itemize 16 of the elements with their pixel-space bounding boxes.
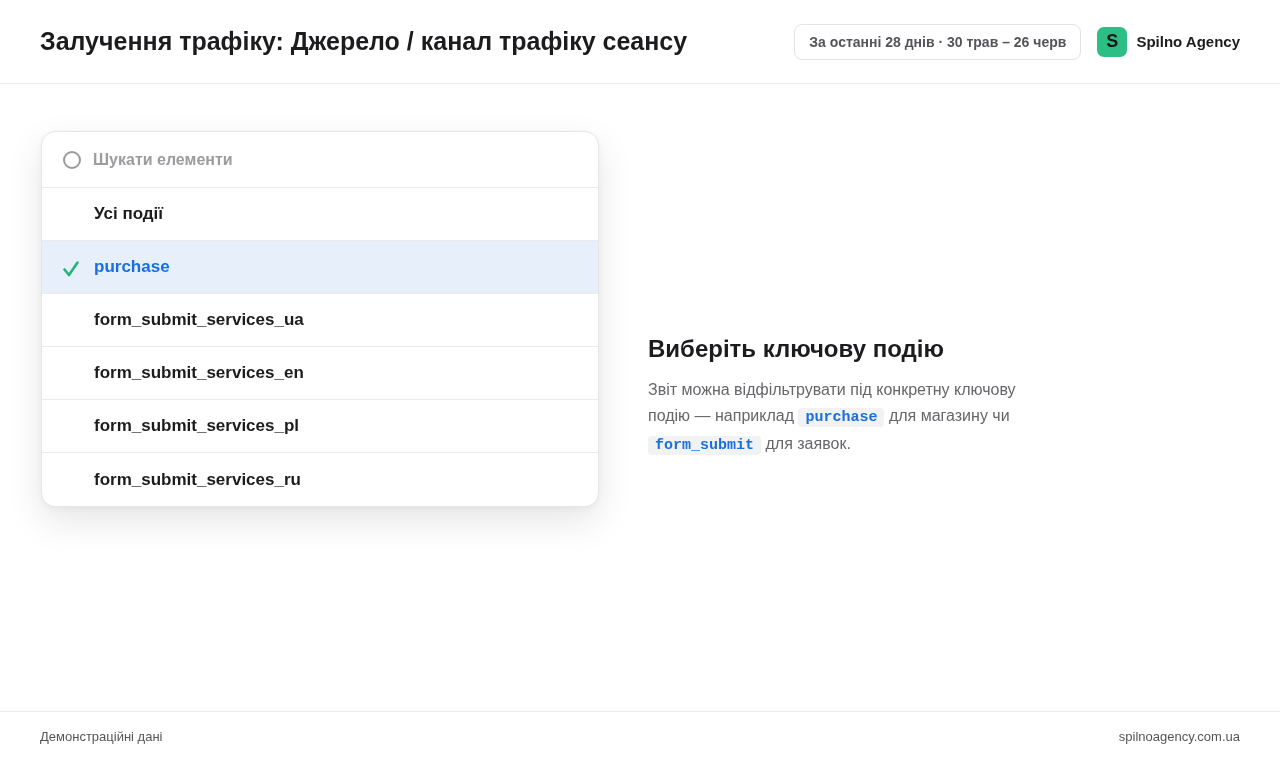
brand-name: Spilno Agency [1136, 33, 1240, 50]
dropdown-item[interactable]: form_submit_services_ua [42, 294, 598, 347]
brand-logo: S [1097, 26, 1128, 57]
dropdown-item[interactable]: purchase [42, 241, 598, 294]
date-range-button[interactable]: За останні 28 днів · 30 трав – 26 черв [794, 23, 1082, 60]
empty-state-text: Звіт можна відфільтрувати під конкретну ключову подію — наприклад purchase для магазину чи form_submit для заявок. [648, 380, 1017, 457]
dropdown-item[interactable]: form_submit_services_pl [42, 400, 598, 453]
footer-site: spilnoagency.com.ua [1118, 728, 1240, 744]
dropdown-item[interactable]: form_submit_services_en [42, 347, 598, 400]
search-field[interactable]: Шукати елементи [93, 150, 393, 169]
dropdown-item[interactable]: form_submit_services_ru [42, 453, 598, 506]
empty-state-heading: Виберіть ключову подію [648, 335, 945, 363]
footer-note: Демонстраційні дані [40, 728, 163, 744]
page-title: Залучення трафіку: Джерело / канал трафіку сеансу [40, 27, 688, 56]
check-icon [63, 260, 79, 277]
ring-icon [63, 150, 81, 169]
